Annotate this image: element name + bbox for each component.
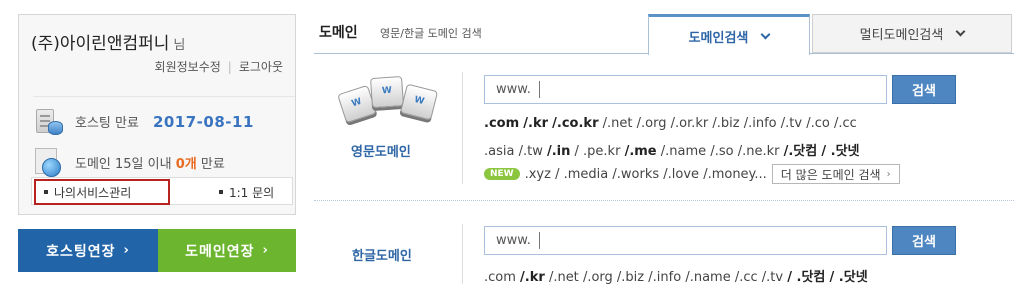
tab-multi-domain-search[interactable]: 멀티도메인검색 (812, 14, 1012, 53)
tld-link[interactable]: /.me (625, 144, 657, 159)
domain-section-title: 도메인 (319, 25, 358, 41)
service-links: 나의서비스관리 1:1 문의 (31, 177, 293, 205)
chevron-right-icon: › (262, 243, 269, 258)
key-icon: W (369, 75, 405, 109)
chevron-down-icon (760, 29, 771, 39)
tld-link[interactable]: /.info (648, 270, 681, 285)
tab-multi-domain-label: 멀티도메인검색 (859, 28, 944, 43)
english-tld-row-2: .asia /.tw /.in / .pe.kr /.me /.name /.s… (484, 140, 860, 159)
tld-link[interactable]: .com (484, 116, 519, 131)
server-icon (33, 107, 63, 137)
tld-link[interactable]: .xyz (525, 167, 551, 182)
tld-link[interactable]: /.tv (781, 116, 802, 131)
tld-link[interactable]: /.kr (523, 116, 548, 131)
domain-section-subtitle: 영문/한글 도메인 검색 (380, 27, 482, 40)
tab-domain-search-label: 도메인검색 (688, 30, 749, 46)
tld-link[interactable]: /.name (685, 270, 730, 285)
keyboard-keys-icon: W W W (337, 75, 441, 125)
hosting-extend-button[interactable]: 호스팅연장 › (18, 229, 158, 272)
korean-domain-search-input[interactable]: www. (484, 226, 887, 255)
tld-link[interactable]: / .닷넷 (830, 270, 868, 285)
hosting-expiry-label: 호스팅 만료 (75, 116, 139, 131)
tld-link[interactable]: .asia (484, 144, 514, 159)
domain-expiry-count[interactable]: 0개 (176, 153, 197, 172)
domain-extend-label: 도메인연장 (185, 243, 255, 260)
tld-link[interactable]: /.biz (617, 270, 644, 285)
inquiry-link[interactable]: 1:1 문의 (219, 179, 274, 205)
www-prefix: www. (496, 233, 531, 248)
tld-link[interactable]: /.love (663, 167, 699, 182)
section-divider (314, 200, 1014, 201)
korean-tld-row: .com /.kr /.net /.org /.biz /.info /.nam… (484, 266, 868, 285)
tld-link[interactable]: .com (484, 270, 516, 285)
tld-link[interactable]: /.tv (762, 270, 783, 285)
english-search-button[interactable]: 검색 (892, 75, 956, 104)
hosting-expiry-date: 2017-08-11 (152, 112, 254, 131)
text-caret (538, 232, 540, 249)
key-icon: W (399, 83, 439, 121)
hosting-extend-label: 호스팅연장 (46, 243, 116, 260)
korean-domain-label: 한글도메인 (352, 249, 412, 264)
tld-link[interactable]: /.ne.kr (738, 144, 780, 159)
logout-link[interactable]: 로그아웃 (239, 60, 283, 74)
more-domain-search-label: 더 많은 도메인 검색 (780, 167, 881, 182)
globe-icon (33, 147, 63, 177)
user-name: (주)아이린앤컴퍼니 님 (31, 29, 185, 54)
user-info-panel: (주)아이린앤컴퍼니 님 회원정보수정 | 로그아웃 호스팅 만료 2017-08-1… (18, 14, 296, 215)
tld-link[interactable]: /.co.kr (552, 116, 598, 131)
tld-link[interactable]: /.biz (712, 116, 739, 131)
english-domain-search-input[interactable]: www. (484, 75, 887, 104)
tld-link[interactable]: /.in (547, 144, 570, 159)
chevron-right-icon: › (123, 243, 130, 258)
text-caret (538, 81, 540, 98)
korean-search-button[interactable]: 검색 (892, 226, 956, 255)
hosting-expiry-row: 호스팅 만료 2017-08-11 (33, 96, 295, 140)
domain-expiry-suffix: 만료 (200, 156, 225, 172)
domain-expiry-label: 도메인 15일 이내 (75, 156, 172, 172)
company-name: (주)아이린앤컴퍼니 (31, 34, 170, 54)
edit-member-link[interactable]: 회원정보수정 (155, 60, 221, 74)
bullet-icon (219, 190, 223, 194)
english-tld-row-3: NEW .xyz / .media /.works /.love /.money… (484, 164, 900, 184)
chevron-right-icon: › (886, 168, 891, 180)
tld-link[interactable]: /.tw (519, 144, 543, 159)
tld-link[interactable]: /.net (549, 270, 579, 285)
bullet-icon (44, 190, 48, 194)
more-domain-search-button[interactable]: 더 많은 도메인 검색 › (771, 164, 900, 184)
tld-link[interactable]: /.money... (703, 167, 767, 182)
tld-link[interactable]: /.cc (735, 270, 758, 285)
tld-link[interactable]: /.org (637, 116, 667, 131)
tld-link[interactable]: /.or.kr (671, 116, 709, 131)
tld-link[interactable]: / .닷컴 (787, 270, 825, 285)
vertical-divider (462, 72, 463, 184)
link-separator: | (227, 60, 232, 74)
tld-link[interactable]: / .media (555, 167, 608, 182)
domain-expiry-row: 도메인 15일 이내 0개 만료 (33, 145, 225, 179)
tld-link[interactable]: /.name (661, 144, 706, 159)
my-services-link[interactable]: 나의서비스관리 (34, 179, 170, 205)
tld-link[interactable]: /.info (744, 116, 777, 131)
domain-extend-button[interactable]: 도메인연장 › (158, 229, 296, 272)
honorific: 님 (173, 38, 186, 53)
tld-link[interactable]: /.cc (834, 116, 857, 131)
chevron-down-icon (955, 26, 966, 37)
vertical-divider (462, 224, 463, 284)
english-tld-row-1: .com /.kr /.co.kr /.net /.org /.or.kr /.… (484, 116, 857, 131)
tld-link[interactable]: /.net (603, 116, 633, 131)
tld-link[interactable]: /.works (612, 167, 659, 182)
english-domain-label: 영문도메인 (351, 145, 411, 160)
inquiry-label: 1:1 문의 (229, 185, 275, 200)
tab-domain-search[interactable]: 도메인검색 (648, 14, 810, 55)
my-services-label: 나의서비스관리 (54, 185, 132, 200)
account-links: 회원정보수정 | 로그아웃 (155, 58, 283, 75)
tld-link[interactable]: /.kr (520, 270, 545, 285)
tld-link[interactable]: /.co (806, 116, 830, 131)
tld-link[interactable]: /.닷컴 (784, 144, 818, 159)
new-badge: NEW (484, 168, 520, 180)
tld-link[interactable]: / .pe.kr (575, 144, 621, 159)
www-prefix: www. (496, 82, 531, 97)
tld-link[interactable]: /.so (710, 144, 733, 159)
tld-link[interactable]: / .닷넷 (821, 144, 859, 159)
tld-link[interactable]: /.org (583, 270, 613, 285)
